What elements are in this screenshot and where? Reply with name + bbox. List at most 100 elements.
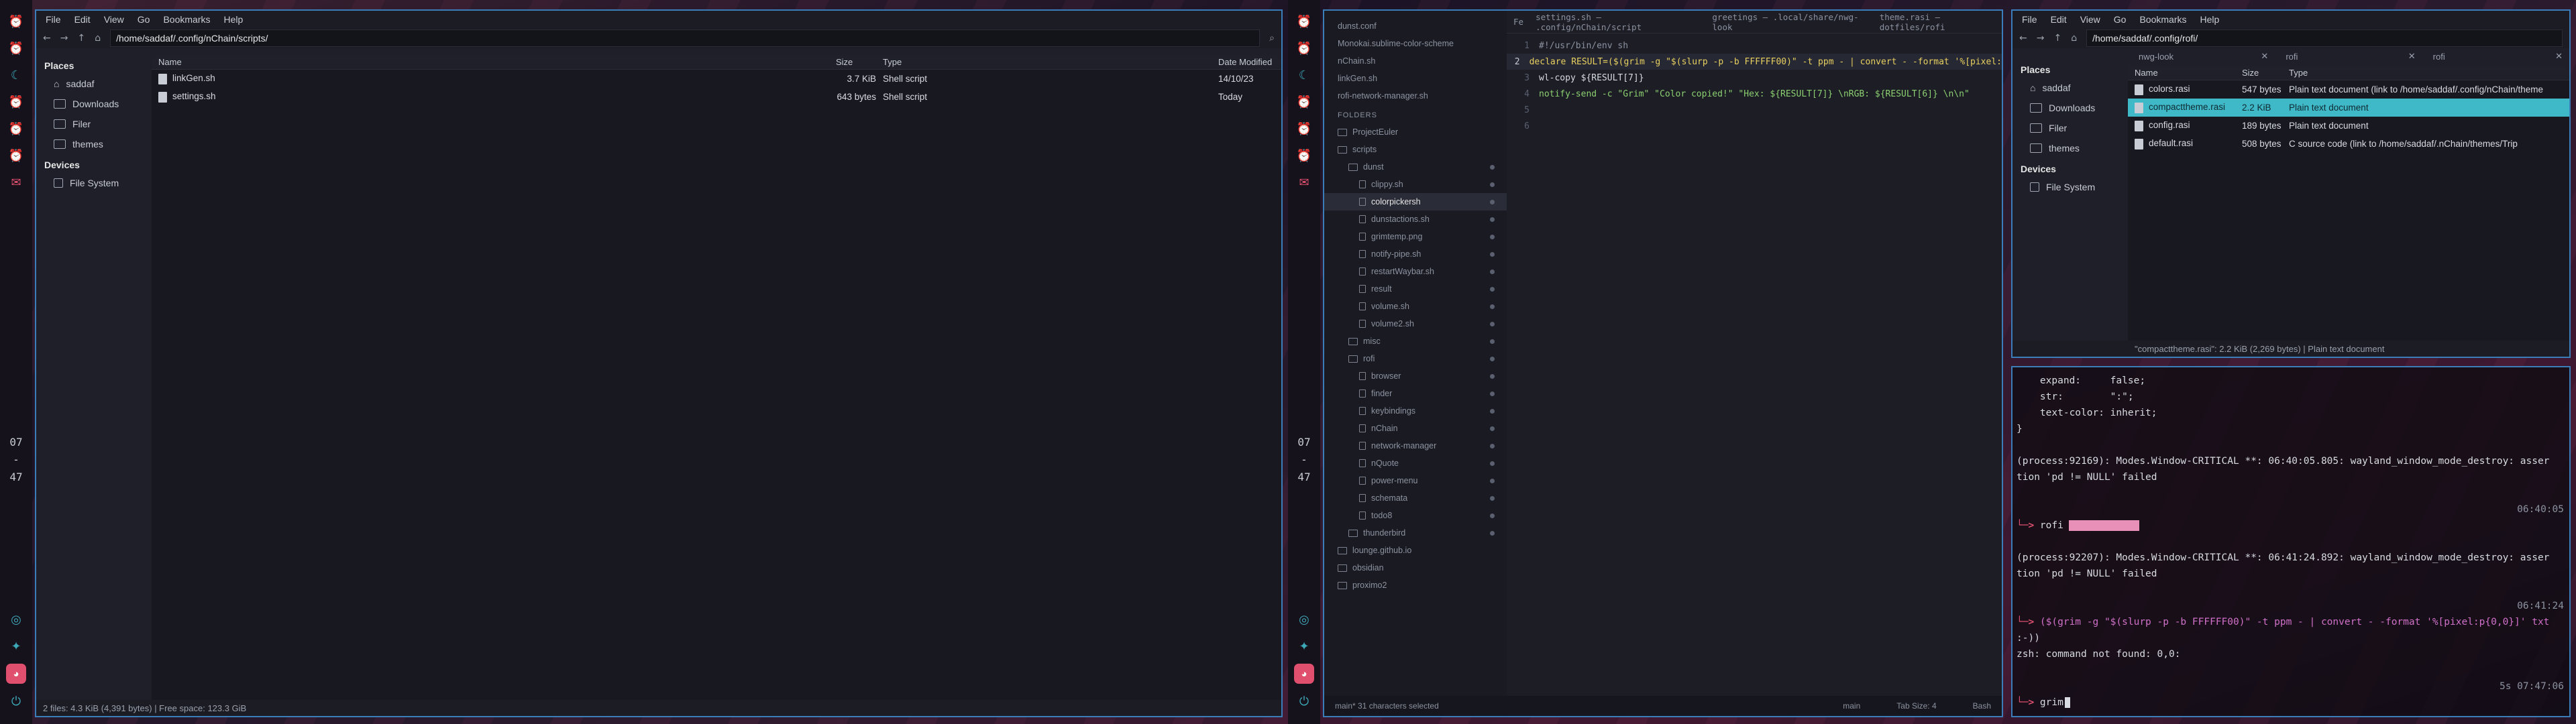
tab[interactable]: rofi ✕ bbox=[2275, 48, 2422, 64]
col-size[interactable]: Size bbox=[829, 57, 876, 67]
menu-help[interactable]: Help bbox=[2200, 14, 2220, 25]
tree-file[interactable]: finder bbox=[1324, 385, 1507, 402]
menu-help[interactable]: Help bbox=[224, 14, 244, 25]
close-icon[interactable]: ✕ bbox=[2408, 51, 2416, 62]
bell-icon[interactable]: ⏰ bbox=[1295, 39, 1313, 58]
tab[interactable]: settings.sh — .config/nChain/script bbox=[1536, 12, 1700, 32]
bell-icon[interactable]: ⏰ bbox=[7, 93, 25, 111]
place-filer[interactable]: Filer bbox=[36, 114, 150, 134]
col-name[interactable]: Name bbox=[2128, 68, 2235, 78]
tree-file[interactable]: volume2.sh bbox=[1324, 315, 1507, 333]
tree-file[interactable]: network-manager bbox=[1324, 437, 1507, 455]
file-row[interactable]: settings.sh 643 bytes Shell script Today bbox=[152, 88, 1281, 106]
bell-icon[interactable]: ⏰ bbox=[1295, 119, 1313, 138]
menu-view[interactable]: View bbox=[104, 14, 124, 25]
branch-indicator[interactable]: main bbox=[1843, 701, 1860, 711]
bell-icon[interactable]: ⏰ bbox=[1295, 12, 1313, 31]
close-icon[interactable]: ✕ bbox=[2555, 51, 2563, 62]
col-name[interactable]: Name bbox=[152, 57, 829, 67]
path-input[interactable]: /home/saddaf/.config/rofi/ bbox=[2086, 29, 2563, 47]
tab[interactable]: rofi ✕ bbox=[2422, 48, 2569, 64]
menu-bookmarks[interactable]: Bookmarks bbox=[2139, 14, 2186, 25]
tree-file[interactable]: browser bbox=[1324, 367, 1507, 385]
share-icon[interactable]: ✦ bbox=[1295, 637, 1313, 656]
tree-folder[interactable]: misc bbox=[1324, 333, 1507, 350]
tree-file[interactable]: colorpickersh bbox=[1324, 193, 1507, 210]
home-icon[interactable]: ⌂ bbox=[2071, 33, 2077, 44]
tab[interactable]: greetings — .local/share/nwg-look bbox=[1712, 12, 1867, 32]
open-file[interactable]: linkGen.sh bbox=[1324, 70, 1507, 87]
network-icon[interactable]: ◎ bbox=[7, 610, 25, 629]
power-icon[interactable]: ⏻ bbox=[7, 692, 25, 711]
tree-file[interactable]: schemata bbox=[1324, 489, 1507, 507]
menu-view[interactable]: View bbox=[2080, 14, 2100, 25]
forward-icon[interactable]: → bbox=[60, 33, 68, 44]
tree-file[interactable]: notify-pipe.sh bbox=[1324, 245, 1507, 263]
back-icon[interactable]: ← bbox=[2019, 33, 2027, 44]
place-saddaf[interactable]: ⌂ saddaf bbox=[2012, 78, 2127, 98]
device-filesystem[interactable]: File System bbox=[2012, 177, 2127, 197]
forward-icon[interactable]: → bbox=[2037, 33, 2045, 44]
tree-folder[interactable]: obsidian bbox=[1324, 559, 1507, 577]
open-file[interactable]: dunst.conf bbox=[1324, 17, 1507, 35]
power-icon[interactable]: ⏻ bbox=[1295, 692, 1313, 711]
tree-folder[interactable]: scripts bbox=[1324, 141, 1507, 158]
open-file[interactable]: rofi-network-manager.sh bbox=[1324, 87, 1507, 105]
place-themes[interactable]: themes bbox=[2012, 138, 2127, 158]
menu-bookmarks[interactable]: Bookmarks bbox=[163, 14, 210, 25]
bell-icon[interactable]: ⏰ bbox=[1295, 146, 1313, 165]
menu-file[interactable]: File bbox=[46, 14, 61, 25]
tree-folder[interactable]: ProjectEuler bbox=[1324, 123, 1507, 141]
tree-folder[interactable]: dunst bbox=[1324, 158, 1507, 176]
up-icon[interactable]: ↑ bbox=[77, 33, 85, 44]
col-type[interactable]: Type bbox=[876, 57, 1212, 67]
menu-edit[interactable]: Edit bbox=[2051, 14, 2067, 25]
tree-folder[interactable]: lounge.github.io bbox=[1324, 542, 1507, 559]
menu-go[interactable]: Go bbox=[2114, 14, 2127, 25]
terminal[interactable]: expand: false; str: ":"; text-color: inh… bbox=[2011, 366, 2571, 717]
bell-icon[interactable]: ⏰ bbox=[7, 39, 25, 58]
file-row[interactable]: config.rasi 189 bytes Plain text documen… bbox=[2128, 117, 2569, 135]
tree-file[interactable]: grimtemp.png bbox=[1324, 228, 1507, 245]
place-downloads[interactable]: Downloads bbox=[2012, 98, 2127, 118]
place-saddaf[interactable]: ⌂ saddaf bbox=[36, 74, 150, 94]
col-date[interactable]: Date Modified bbox=[1212, 57, 1272, 67]
place-filer[interactable]: Filer bbox=[2012, 118, 2127, 138]
tree-file[interactable]: dunstactions.sh bbox=[1324, 210, 1507, 228]
tab[interactable]: Fe bbox=[1513, 17, 1523, 27]
close-icon[interactable]: ✕ bbox=[2261, 51, 2268, 62]
tree-file[interactable]: volume.sh bbox=[1324, 298, 1507, 315]
col-size[interactable]: Size bbox=[2235, 68, 2282, 78]
discord-icon[interactable]: ◕ bbox=[6, 664, 26, 684]
tree-file[interactable]: clippy.sh bbox=[1324, 176, 1507, 193]
place-downloads[interactable]: Downloads bbox=[36, 94, 150, 114]
tree-file[interactable]: todo8 bbox=[1324, 507, 1507, 524]
share-icon[interactable]: ✦ bbox=[7, 637, 25, 656]
tree-folder[interactable]: thunderbird bbox=[1324, 524, 1507, 542]
moon-icon[interactable]: ☾ bbox=[1295, 66, 1313, 84]
search-icon[interactable]: ⌕ bbox=[1269, 33, 1275, 44]
open-file[interactable]: Monokai.sublime-color-scheme bbox=[1324, 35, 1507, 52]
tree-folder[interactable]: rofi bbox=[1324, 350, 1507, 367]
tab-size[interactable]: Tab Size: 4 bbox=[1896, 701, 1936, 711]
col-type[interactable]: Type bbox=[2282, 68, 2308, 78]
mail-icon[interactable]: ✉ bbox=[7, 173, 25, 192]
tree-file[interactable]: keybindings bbox=[1324, 402, 1507, 420]
mail-icon[interactable]: ✉ bbox=[1295, 173, 1313, 192]
network-icon[interactable]: ◎ bbox=[1295, 610, 1313, 629]
path-input[interactable]: /home/saddaf/.config/nChain/scripts/ bbox=[110, 29, 1260, 47]
tree-folder[interactable]: proximo2 bbox=[1324, 577, 1507, 594]
bell-icon[interactable]: ⏰ bbox=[7, 146, 25, 165]
file-row-selected[interactable]: compacttheme.rasi 2.2 KiB Plain text doc… bbox=[2128, 99, 2569, 117]
syntax[interactable]: Bash bbox=[1973, 701, 1991, 711]
bell-icon[interactable]: ⏰ bbox=[1295, 93, 1313, 111]
open-file[interactable]: nChain.sh bbox=[1324, 52, 1507, 70]
tab[interactable]: nwg-look ✕ bbox=[2128, 48, 2275, 64]
tab[interactable]: theme.rasi — dotfiles/rofi bbox=[1880, 12, 2002, 32]
bell-icon[interactable]: ⏰ bbox=[7, 119, 25, 138]
tree-file[interactable]: power-menu bbox=[1324, 472, 1507, 489]
discord-icon[interactable]: ◕ bbox=[1294, 664, 1314, 684]
menu-edit[interactable]: Edit bbox=[74, 14, 91, 25]
code-lines[interactable]: 1 #!/usr/bin/env sh 2 declare RESULT=($(gr… bbox=[1507, 34, 2002, 134]
file-row[interactable]: colors.rasi 547 bytes Plain text documen… bbox=[2128, 80, 2569, 99]
